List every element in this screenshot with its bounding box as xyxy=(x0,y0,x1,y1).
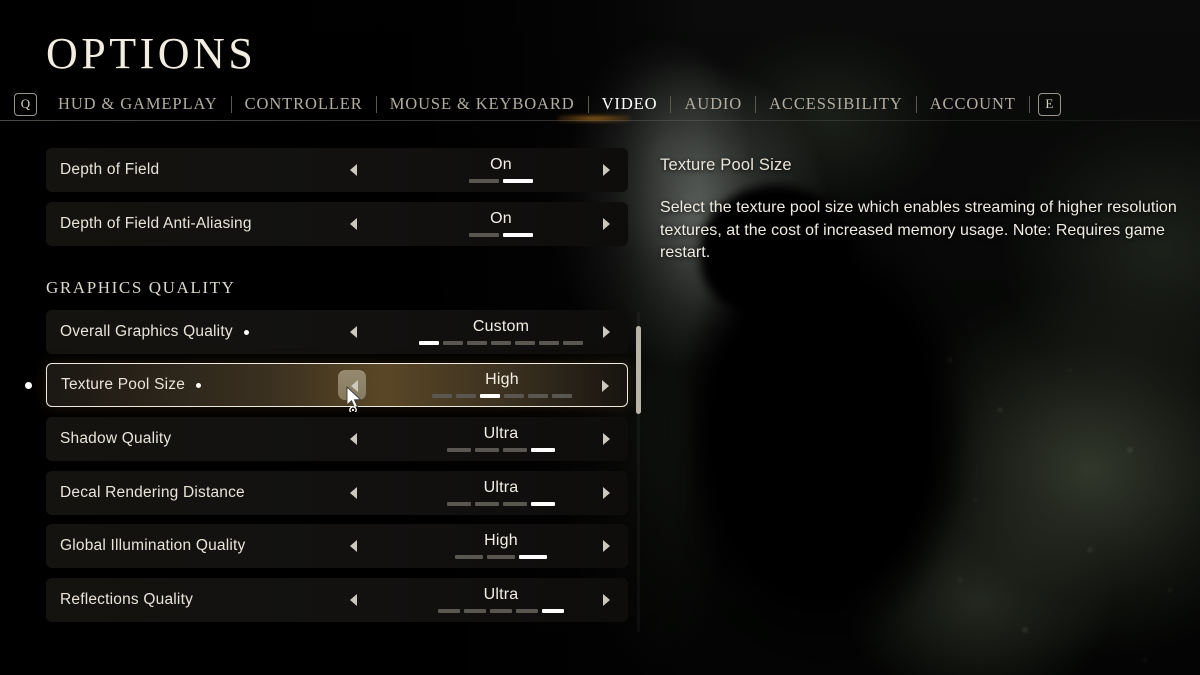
settings-scrollbar-thumb[interactable] xyxy=(636,326,641,414)
level-segment xyxy=(469,233,499,237)
setting-label: Decal Rendering Distance xyxy=(60,484,245,501)
level-segment xyxy=(432,394,452,398)
level-segment xyxy=(503,179,533,183)
level-segment xyxy=(469,179,499,183)
decrement-arrow-icon[interactable] xyxy=(350,487,357,499)
setting-level-segments xyxy=(386,179,616,183)
setting-value: On xyxy=(490,210,512,227)
setting-level-segments xyxy=(386,502,616,506)
setting-row-shadow-quality[interactable]: Shadow Quality Ultra xyxy=(46,417,628,461)
setting-level-segments xyxy=(386,233,616,237)
decrement-arrow-icon[interactable] xyxy=(350,164,357,176)
level-segment xyxy=(563,341,583,345)
decrement-arrow-icon[interactable] xyxy=(351,380,358,392)
decrement-arrow-icon[interactable] xyxy=(350,594,357,606)
setting-row-depth-of-field[interactable]: Depth of Field On xyxy=(46,148,628,192)
level-segment xyxy=(475,502,499,506)
info-panel-description: Select the texture pool size which enabl… xyxy=(660,199,1177,262)
setting-row-global-illumination-quality[interactable]: Global Illumination Quality High xyxy=(46,524,628,568)
decrement-arrow-icon[interactable] xyxy=(350,218,357,230)
info-panel-title: Texture Pool Size xyxy=(660,156,792,174)
level-segment xyxy=(528,394,548,398)
setting-level-segments xyxy=(386,448,616,452)
level-segment xyxy=(504,394,524,398)
decrement-arrow-icon[interactable] xyxy=(350,540,357,552)
level-segment xyxy=(503,502,527,506)
info-panel: Texture Pool Size Select the texture poo… xyxy=(660,156,1180,265)
setting-label: Reflections Quality xyxy=(60,591,194,608)
level-segment xyxy=(490,609,512,613)
setting-row-overall-graphics-quality[interactable]: Overall Graphics Quality Custom xyxy=(46,310,628,354)
setting-level-segments xyxy=(386,341,616,345)
level-segment xyxy=(487,555,515,559)
level-segment xyxy=(531,448,555,452)
level-segment xyxy=(515,341,535,345)
setting-value: Custom xyxy=(472,318,530,335)
setting-label: Texture Pool Size xyxy=(61,376,186,393)
level-segment xyxy=(519,555,547,559)
setting-label: Overall Graphics Quality xyxy=(60,323,233,340)
setting-value-area: Ultra xyxy=(386,480,616,506)
background-foliage xyxy=(930,330,1200,675)
setting-value: Ultra xyxy=(483,479,519,496)
setting-level-segments xyxy=(387,394,617,398)
setting-label: Global Illumination Quality xyxy=(60,537,246,554)
tab-account[interactable]: ACCOUNT xyxy=(917,94,1029,114)
setting-label: Shadow Quality xyxy=(60,430,172,447)
options-screen: OPTIONS Q HUD & GAMEPLAY CONTROLLER MOUSE &… xyxy=(0,0,1200,675)
tab-audio[interactable]: AUDIO xyxy=(671,94,755,114)
level-segment xyxy=(467,341,487,345)
setting-value: Ultra xyxy=(483,586,519,603)
setting-value-area: On xyxy=(386,157,616,183)
level-segment xyxy=(491,341,511,345)
setting-value-area: On xyxy=(386,211,616,237)
level-segment xyxy=(516,609,538,613)
level-segment xyxy=(552,394,572,398)
level-segment xyxy=(443,341,463,345)
setting-row-decal-rendering-distance[interactable]: Decal Rendering Distance Ultra xyxy=(46,471,628,515)
setting-value: High xyxy=(485,371,519,388)
tab-separator xyxy=(1028,95,1030,113)
setting-level-segments xyxy=(386,555,616,559)
setting-value-area: High xyxy=(386,533,616,559)
level-segment xyxy=(447,448,471,452)
setting-value-area: High xyxy=(387,372,617,398)
level-segment xyxy=(455,555,483,559)
level-segment xyxy=(447,502,471,506)
level-segment xyxy=(503,448,527,452)
level-segment xyxy=(456,394,476,398)
tab-accessibility[interactable]: ACCESSIBILITY xyxy=(756,94,916,114)
decrement-arrow-icon[interactable] xyxy=(350,433,357,445)
setting-value: On xyxy=(490,156,512,173)
setting-value-area: Ultra xyxy=(386,426,616,452)
setting-row-texture-pool-size[interactable]: Texture Pool Size High xyxy=(46,363,628,407)
setting-value: High xyxy=(484,532,518,549)
modified-indicator-dot xyxy=(243,329,249,335)
level-segment xyxy=(475,448,499,452)
setting-label: Depth of Field xyxy=(60,161,160,178)
level-segment xyxy=(464,609,486,613)
decrement-arrow-icon[interactable] xyxy=(350,326,357,338)
level-segment xyxy=(503,233,533,237)
level-segment xyxy=(438,609,460,613)
level-segment xyxy=(539,341,559,345)
setting-value: Ultra xyxy=(483,425,519,442)
setting-level-segments xyxy=(386,609,616,613)
next-tab-key-badge[interactable]: E xyxy=(1037,92,1061,116)
setting-label: Depth of Field Anti-Aliasing xyxy=(60,215,252,232)
level-segment xyxy=(419,341,439,345)
setting-row-depth-of-field-anti-aliasing[interactable]: Depth of Field Anti-Aliasing On xyxy=(46,202,628,246)
setting-value-area: Custom xyxy=(386,319,616,345)
modified-indicator-dot xyxy=(196,382,202,388)
selected-row-bullet xyxy=(25,382,32,389)
level-segment xyxy=(542,609,564,613)
settings-list: GRAPHICS QUALITY Depth of Field On Depth of… xyxy=(0,0,660,675)
level-segment xyxy=(480,394,500,398)
setting-row-reflections-quality[interactable]: Reflections Quality Ultra xyxy=(46,578,628,622)
level-segment xyxy=(531,502,555,506)
setting-value-area: Ultra xyxy=(386,587,616,613)
section-heading-graphics-quality: GRAPHICS QUALITY xyxy=(46,278,236,297)
